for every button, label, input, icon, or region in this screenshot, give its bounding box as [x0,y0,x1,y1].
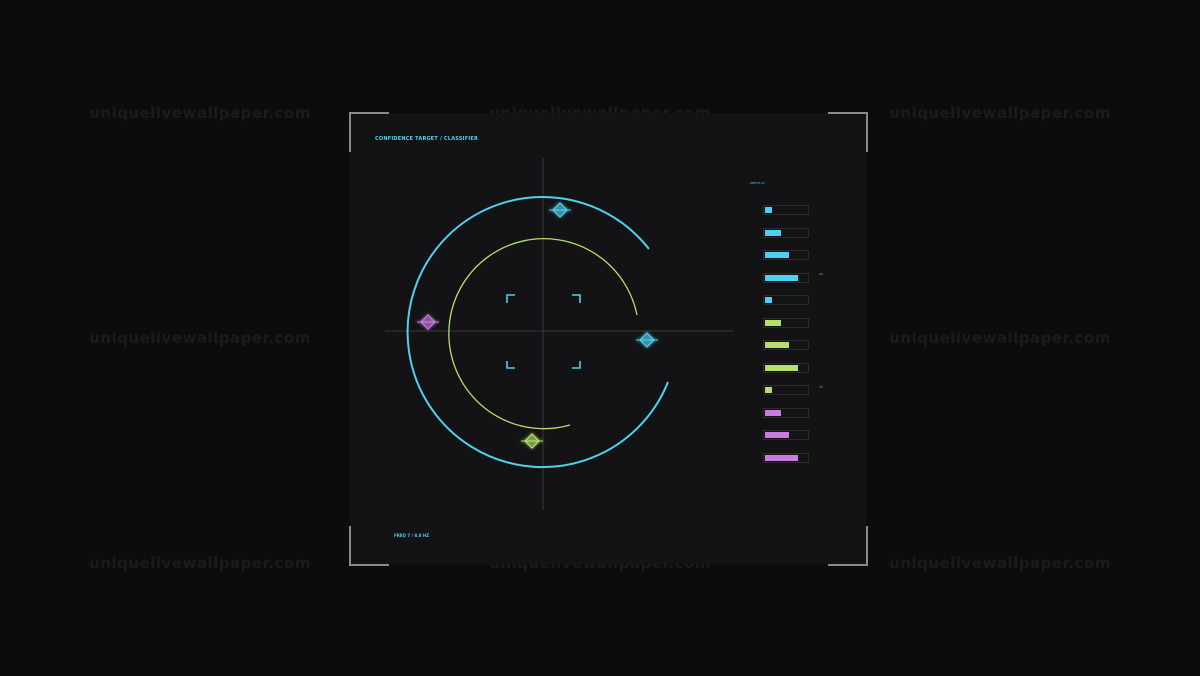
marker-bottom-icon[interactable] [521,433,543,449]
marker-top-icon[interactable] [549,202,571,218]
level-bar-fill [765,342,789,348]
level-bar [763,407,809,418]
outer-arc [406,196,669,469]
level-bar [763,340,809,350]
level-bar-fill [765,409,781,416]
level-bar [763,362,809,373]
level-bar-fill [765,229,781,236]
level-bar [763,227,809,238]
level-bar [763,452,809,463]
level-bar-fill [765,432,789,438]
level-bar-fill [765,387,772,393]
level-bar [763,430,809,440]
level-bar-fill [765,274,798,281]
level-bar-fill [765,319,781,326]
target-reticle-graphic [385,158,733,510]
level-bar [763,295,809,305]
level-bar [763,317,809,328]
level-bar-fill [765,252,789,258]
marker-left-icon[interactable] [417,314,439,330]
level-bar-fill [765,364,798,371]
level-bar-fill [765,207,772,213]
level-bar [763,250,809,260]
level-bar-fill [765,297,772,303]
level-bar [763,272,809,283]
level-bar [763,205,809,215]
level-bar [763,385,809,395]
level-bar-fill [765,454,798,461]
marker-right-icon[interactable] [636,332,658,348]
